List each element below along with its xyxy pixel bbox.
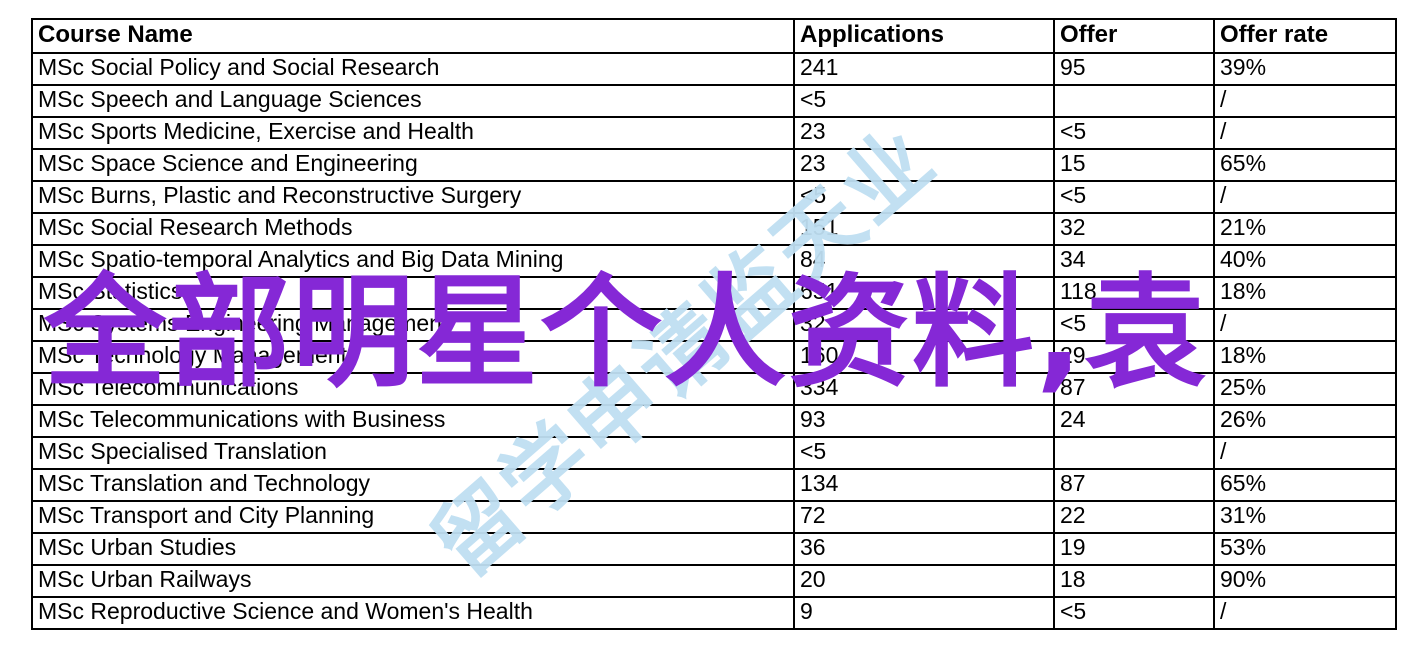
table-body: MSc Social Policy and Social Research 241… xyxy=(31,52,1397,630)
cell-offer: 29 xyxy=(1053,340,1215,374)
table-row: MSc Urban Studies 36 19 53% xyxy=(31,532,1397,566)
table-row: MSc Systems Engineering Management 32 <5/ xyxy=(31,308,1397,342)
cell-offer-rate: 65% xyxy=(1213,468,1397,502)
table-row: MSc Statistics 651 118 18% xyxy=(31,276,1397,310)
table-row: MSc Urban Railways 20 18 90% xyxy=(31,564,1397,598)
table-row: MSc Technology Management 160 29 18% xyxy=(31,340,1397,374)
cell-applications: 93 xyxy=(793,404,1055,438)
table-row: MSc Specialised Translation <5 / xyxy=(31,436,1397,470)
cell-course-name: MSc Spatio-temporal Analytics and Big Da… xyxy=(31,244,795,278)
screenshot-root: Course Name Applications Offer Offer rat… xyxy=(0,0,1418,650)
cell-course-name: MSc Technology Management xyxy=(31,340,795,374)
table-row: MSc Space Science and Engineering 23 15 65% xyxy=(31,148,1397,182)
column-header-offer-rate: Offer rate xyxy=(1213,18,1397,54)
cell-offer-rate: 90% xyxy=(1213,564,1397,598)
cell-offer xyxy=(1053,436,1215,470)
table-row: MSc Social Policy and Social Research 241… xyxy=(31,52,1397,86)
cell-course-name: MSc Social Policy and Social Research xyxy=(31,52,795,86)
table-row: MSc Social Research Methods 151 32 21% xyxy=(31,212,1397,246)
cell-course-name: MSc Specialised Translation xyxy=(31,436,795,470)
cell-applications: <5 xyxy=(793,436,1055,470)
cell-offer: <5 xyxy=(1053,180,1215,214)
cell-course-name: MSc Translation and Technology xyxy=(31,468,795,502)
cell-offer-rate: 53% xyxy=(1213,532,1397,566)
table-row: MSc Reproductive Science and Women's Hea… xyxy=(31,596,1397,630)
cell-course-name: MSc Transport and City Planning xyxy=(31,500,795,534)
cell-offer: 24 xyxy=(1053,404,1215,438)
cell-offer-rate: 18% xyxy=(1213,340,1397,374)
cell-offer: 22 xyxy=(1053,500,1215,534)
cell-offer-rate: 65% xyxy=(1213,148,1397,182)
cell-offer-rate: / xyxy=(1213,436,1397,470)
cell-course-name: MSc Systems Engineering Management xyxy=(31,308,795,342)
cell-offer-rate: 39% xyxy=(1213,52,1397,86)
cell-offer: 87 xyxy=(1053,372,1215,406)
cell-course-name: MSc Statistics xyxy=(31,276,795,310)
cell-applications: 23 xyxy=(793,148,1055,182)
cell-offer: 87 xyxy=(1053,468,1215,502)
cell-course-name: MSc Telecommunications with Business xyxy=(31,404,795,438)
cell-offer: 34 xyxy=(1053,244,1215,278)
cell-course-name: MSc Space Science and Engineering xyxy=(31,148,795,182)
cell-course-name: MSc Burns, Plastic and Reconstructive Su… xyxy=(31,180,795,214)
cell-applications: 151 xyxy=(793,212,1055,246)
cell-offer: 19 xyxy=(1053,532,1215,566)
cell-offer: 15 xyxy=(1053,148,1215,182)
table-row: MSc Burns, Plastic and Reconstructive Su… xyxy=(31,180,1397,214)
cell-course-name: MSc Reproductive Science and Women's Hea… xyxy=(31,596,795,630)
column-header-offer: Offer xyxy=(1053,18,1215,54)
cell-applications: 651 xyxy=(793,276,1055,310)
table-row: MSc Telecommunications 334 87 25% xyxy=(31,372,1397,406)
cell-applications: 9 xyxy=(793,596,1055,630)
cell-course-name: MSc Social Research Methods xyxy=(31,212,795,246)
cell-applications: 36 xyxy=(793,532,1055,566)
cell-offer-rate: 40% xyxy=(1213,244,1397,278)
cell-course-name: MSc Speech and Language Sciences xyxy=(31,84,795,118)
cell-applications: 20 xyxy=(793,564,1055,598)
cell-applications: 84 xyxy=(793,244,1055,278)
cell-applications: 72 xyxy=(793,500,1055,534)
cell-applications: 32 xyxy=(793,308,1055,342)
cell-offer: 32 xyxy=(1053,212,1215,246)
cell-applications: 334 xyxy=(793,372,1055,406)
cell-offer-rate: / xyxy=(1213,596,1397,630)
cell-applications: 134 xyxy=(793,468,1055,502)
table-row: MSc Sports Medicine, Exercise and Health… xyxy=(31,116,1397,150)
table-row: MSc Transport and City Planning 72 22 31% xyxy=(31,500,1397,534)
cell-offer-rate: / xyxy=(1213,84,1397,118)
cell-course-name: MSc Urban Studies xyxy=(31,532,795,566)
cell-offer: <5 xyxy=(1053,596,1215,630)
cell-offer: 118 xyxy=(1053,276,1215,310)
cell-offer: 95 xyxy=(1053,52,1215,86)
cell-offer: <5 xyxy=(1053,116,1215,150)
cell-applications: 23 xyxy=(793,116,1055,150)
course-statistics-table-container: Course Name Applications Offer Offer rat… xyxy=(31,18,1397,630)
cell-offer: <5 xyxy=(1053,308,1215,342)
cell-offer-rate: / xyxy=(1213,180,1397,214)
cell-offer-rate: 26% xyxy=(1213,404,1397,438)
cell-applications: 160 xyxy=(793,340,1055,374)
cell-offer-rate: 25% xyxy=(1213,372,1397,406)
cell-applications: <5 xyxy=(793,180,1055,214)
cell-course-name: MSc Sports Medicine, Exercise and Health xyxy=(31,116,795,150)
cell-offer xyxy=(1053,84,1215,118)
cell-offer-rate: / xyxy=(1213,116,1397,150)
cell-offer-rate: 21% xyxy=(1213,212,1397,246)
cell-course-name: MSc Urban Railways xyxy=(31,564,795,598)
table-row: MSc Translation and Technology 134 87 65% xyxy=(31,468,1397,502)
cell-offer-rate: 31% xyxy=(1213,500,1397,534)
cell-offer: 18 xyxy=(1053,564,1215,598)
table-row: MSc Speech and Language Sciences <5 / xyxy=(31,84,1397,118)
table-header-row: Course Name Applications Offer Offer rat… xyxy=(31,18,1397,54)
cell-offer-rate: 18% xyxy=(1213,276,1397,310)
course-statistics-table: Course Name Applications Offer Offer rat… xyxy=(31,18,1397,630)
cell-offer-rate: / xyxy=(1213,308,1397,342)
cell-course-name: MSc Telecommunications xyxy=(31,372,795,406)
column-header-applications: Applications xyxy=(793,18,1055,54)
cell-applications: 241 xyxy=(793,52,1055,86)
table-row: MSc Spatio-temporal Analytics and Big Da… xyxy=(31,244,1397,278)
cell-applications: <5 xyxy=(793,84,1055,118)
column-header-course-name: Course Name xyxy=(31,18,795,54)
table-row: MSc Telecommunications with Business 93 24… xyxy=(31,404,1397,438)
